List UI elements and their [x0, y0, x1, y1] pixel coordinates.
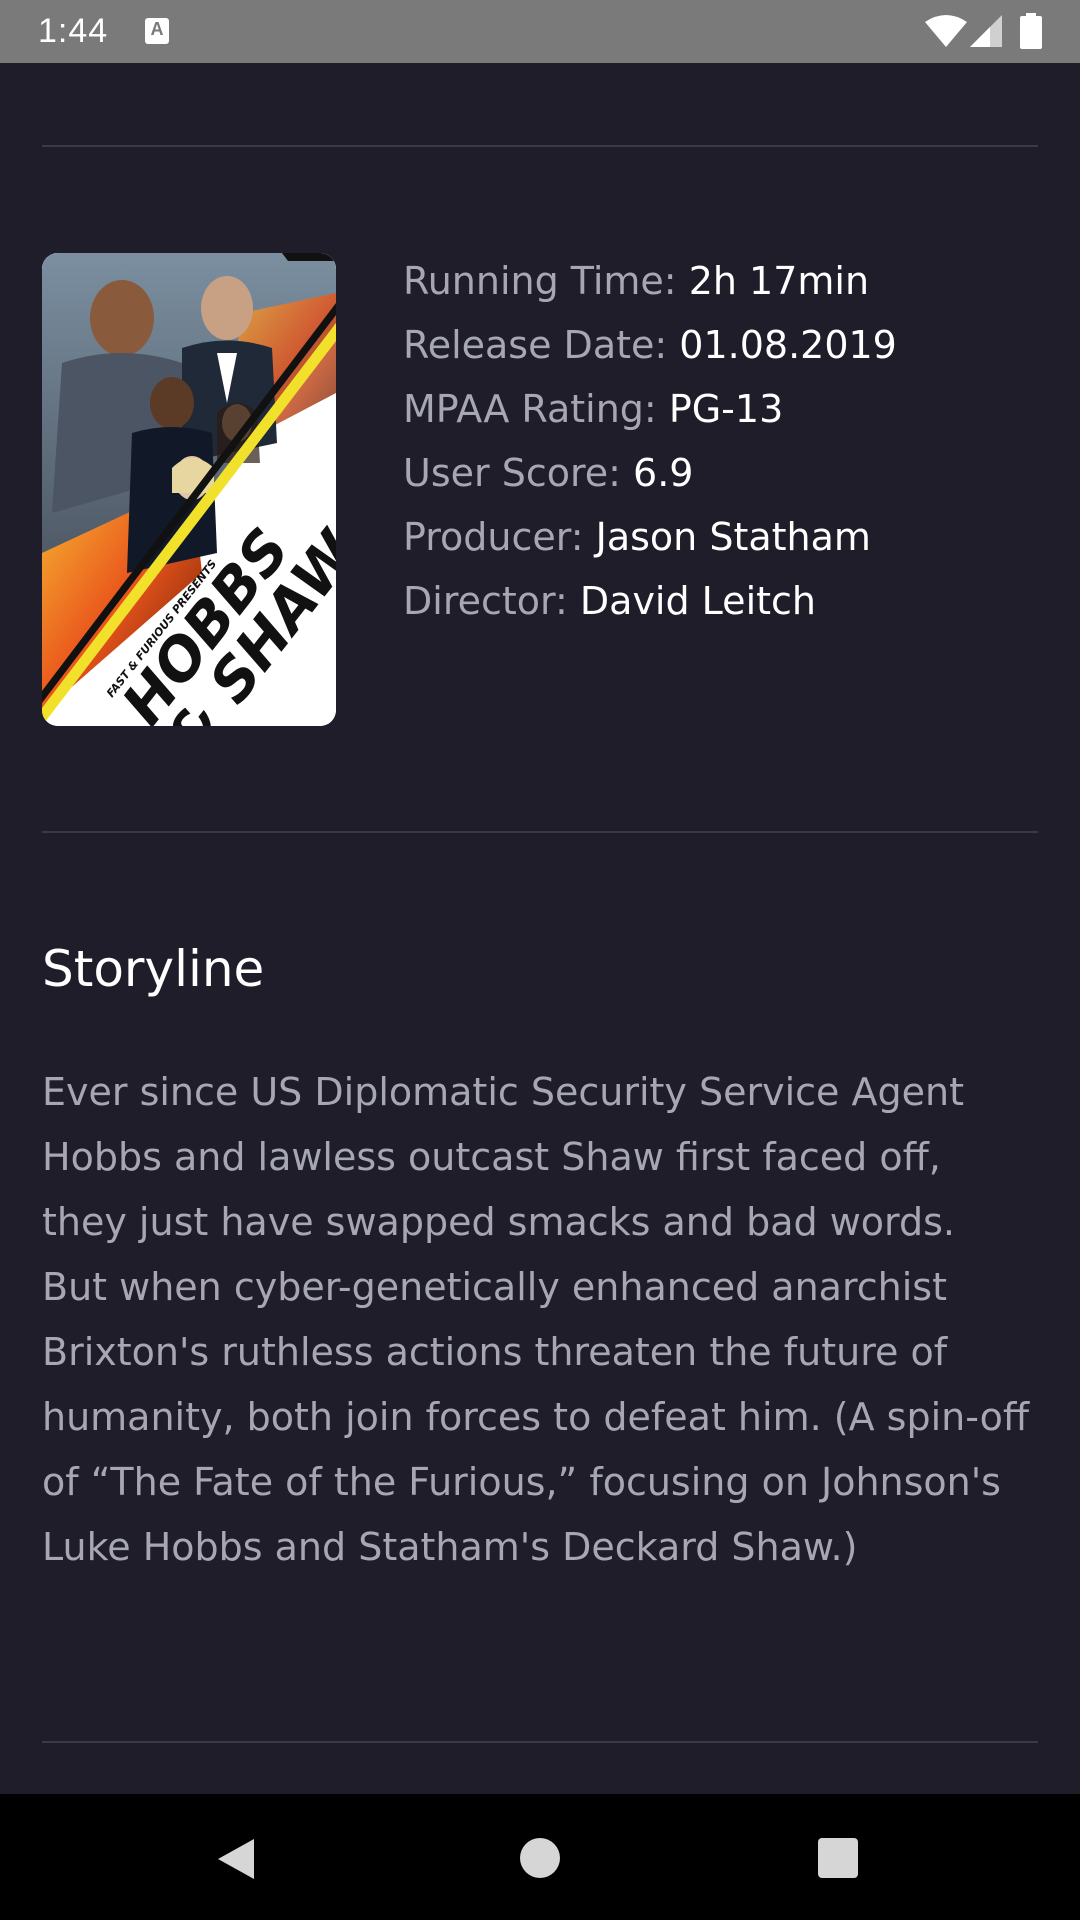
- detail-label: Running Time:: [403, 259, 677, 303]
- storyline-text: Ever since US Diplomatic Security Servic…: [42, 1070, 1030, 1569]
- storyline-heading: Storyline: [42, 940, 265, 998]
- a-notification-icon: A: [145, 18, 169, 44]
- detail-mpaa-rating: MPAA Rating: PG-13: [403, 381, 897, 445]
- recent-apps-icon[interactable]: [818, 1838, 858, 1878]
- detail-value: 01.08.2019: [679, 323, 897, 367]
- detail-value: David Leitch: [579, 579, 816, 623]
- detail-label: Producer:: [403, 515, 584, 559]
- divider-middle: [42, 831, 1038, 833]
- status-time: 1:44: [38, 12, 109, 50]
- detail-value: 6.9: [633, 451, 694, 495]
- detail-label: Director:: [403, 579, 568, 623]
- movie-details: Running Time: 2h 17min Release Date: 01.…: [403, 253, 897, 637]
- detail-user-score: User Score: 6.9: [403, 445, 897, 509]
- home-icon[interactable]: [520, 1838, 560, 1878]
- movie-poster-image: FAST & FURIOUS PRESENTS HOBBS & SHAW: [42, 253, 336, 726]
- status-bar: 1:44 A: [0, 0, 1080, 63]
- a-notification-letter: A: [150, 19, 164, 39]
- detail-director: Director: David Leitch: [403, 573, 897, 637]
- navigation-bar: [0, 1794, 1080, 1920]
- movie-poster[interactable]: FAST & FURIOUS PRESENTS HOBBS & SHAW: [42, 253, 336, 726]
- detail-running-time: Running Time: 2h 17min: [403, 253, 897, 317]
- divider-top: [42, 145, 1038, 147]
- back-icon[interactable]: [214, 1837, 258, 1881]
- detail-value: PG-13: [668, 387, 784, 431]
- battery-icon: [1020, 13, 1042, 49]
- detail-value: 2h 17min: [688, 259, 870, 303]
- detail-label: User Score:: [403, 451, 621, 495]
- detail-label: Release Date:: [403, 323, 668, 367]
- wifi-icon: [925, 15, 967, 47]
- detail-release-date: Release Date: 01.08.2019: [403, 317, 897, 381]
- detail-label: MPAA Rating:: [403, 387, 657, 431]
- detail-producer: Producer: Jason Statham: [403, 509, 897, 573]
- signal-icon: [970, 15, 1002, 47]
- divider-bottom: [42, 1741, 1038, 1743]
- detail-value: Jason Statham: [595, 515, 871, 559]
